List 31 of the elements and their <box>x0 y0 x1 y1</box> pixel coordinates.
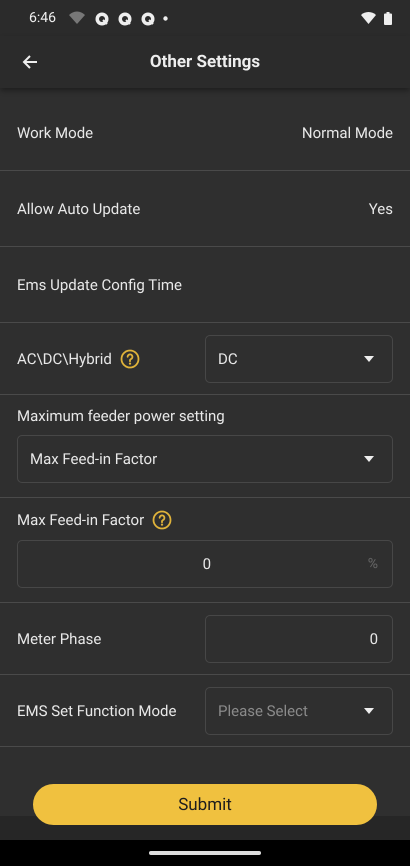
number-input-field[interactable]: 0 <box>205 614 393 662</box>
wifi-icon <box>68 11 86 25</box>
screen-title: Other Settings <box>148 52 262 72</box>
notification-icon <box>117 10 132 26</box>
notification-icon <box>140 10 155 26</box>
status-time: 6:46 <box>29 10 56 26</box>
submit-button[interactable]: Submit <box>33 784 377 825</box>
unit-label: % <box>368 556 378 572</box>
number-input-field[interactable]: 0 % <box>17 540 393 588</box>
setting-label: Allow Auto Update <box>17 200 140 218</box>
dropdown-field[interactable]: DC <box>205 334 393 382</box>
help-icon[interactable] <box>120 348 140 368</box>
setting-label: EMS Set Function Mode <box>17 702 176 720</box>
setting-label: Maximum feeder power setting <box>17 407 225 425</box>
dropdown-caret-icon <box>364 708 374 714</box>
dropdown-field[interactable]: Please Select <box>205 686 393 734</box>
help-icon[interactable] <box>152 510 172 530</box>
dot-icon <box>163 16 168 20</box>
setting-value: Yes <box>368 200 393 218</box>
battery-icon <box>384 12 392 24</box>
setting-label: AC\DC\Hybrid <box>17 350 112 368</box>
dropdown-field[interactable]: Max Feed-in Factor <box>17 435 393 483</box>
dropdown-caret-icon <box>364 456 374 462</box>
setting-label: Ems Update Config Time <box>17 276 182 294</box>
setting-label: Work Mode <box>17 124 94 142</box>
wifi-icon <box>361 12 376 24</box>
setting-label: Meter Phase <box>17 630 102 648</box>
setting-label: Max Feed-in Factor <box>17 511 144 529</box>
setting-value: Normal Mode <box>302 124 393 142</box>
dropdown-caret-icon <box>364 356 374 362</box>
notification-icon <box>94 10 109 26</box>
